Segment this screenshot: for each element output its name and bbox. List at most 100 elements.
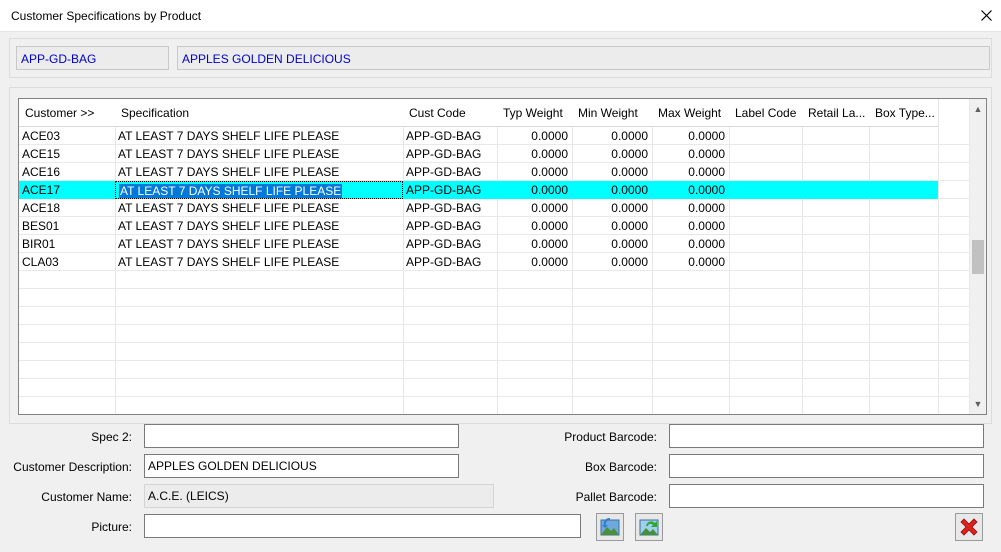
picture-input[interactable] — [144, 514, 581, 538]
close-button[interactable] — [971, 0, 1001, 31]
cell-customer[interactable]: ACE16 — [19, 163, 115, 181]
cell-min-weight[interactable]: 0.0000 — [572, 145, 652, 163]
title-bar: Customer Specifications by Product — [0, 0, 1001, 32]
cell-specification[interactable]: AT LEAST 7 DAYS SHELF LIFE PLEASE — [115, 235, 403, 253]
cell-max-weight[interactable]: 0.0000 — [652, 253, 729, 271]
cell-specification[interactable]: AT LEAST 7 DAYS SHELF LIFE PLEASE — [115, 181, 403, 199]
cell-specification[interactable]: AT LEAST 7 DAYS SHELF LIFE PLEASE — [115, 127, 403, 145]
cell-min-weight[interactable]: 0.0000 — [572, 163, 652, 181]
cell-retail-label[interactable] — [802, 217, 869, 235]
spec2-input[interactable] — [144, 424, 459, 448]
cell-customer[interactable]: ACE15 — [19, 145, 115, 163]
cell-min-weight[interactable]: 0.0000 — [572, 253, 652, 271]
cell-retail-label[interactable] — [802, 235, 869, 253]
scrollbar-thumb[interactable] — [972, 240, 984, 274]
cell-max-weight[interactable]: 0.0000 — [652, 181, 729, 199]
cell-box-type[interactable] — [869, 145, 938, 163]
cell-cust-code[interactable]: APP-GD-BAG — [403, 145, 497, 163]
box-barcode-input[interactable] — [669, 454, 984, 478]
vertical-scrollbar[interactable]: ▲ ▼ — [969, 99, 986, 414]
cell-cust-code[interactable]: APP-GD-BAG — [403, 181, 497, 199]
cell-cust-code[interactable]: APP-GD-BAG — [403, 199, 497, 217]
cell-label-code[interactable] — [729, 163, 802, 181]
cell-max-weight[interactable]: 0.0000 — [652, 235, 729, 253]
cell-typ-weight[interactable]: 0.0000 — [497, 163, 572, 181]
column-header-box-type[interactable]: Box Type... — [869, 99, 938, 127]
column-header-min-weight[interactable]: Min Weight — [572, 99, 652, 127]
cell-typ-weight[interactable]: 0.0000 — [497, 127, 572, 145]
cell-box-type[interactable] — [869, 127, 938, 145]
cell-customer[interactable]: CLA03 — [19, 253, 115, 271]
cell-cust-code[interactable]: APP-GD-BAG — [403, 235, 497, 253]
cell-retail-label[interactable] — [802, 199, 869, 217]
customer-description-input[interactable]: APPLES GOLDEN DELICIOUS — [144, 454, 459, 478]
cell-min-weight[interactable]: 0.0000 — [572, 181, 652, 199]
cell-cust-code[interactable]: APP-GD-BAG — [403, 163, 497, 181]
cell-cust-code[interactable]: APP-GD-BAG — [403, 217, 497, 235]
customer-spec-grid[interactable]: ▲ ▼ Customer >> Specification Cust Code Typ… — [18, 98, 987, 415]
cell-min-weight[interactable]: 0.0000 — [572, 217, 652, 235]
column-header-customer[interactable]: Customer >> — [19, 99, 115, 127]
cell-label-code[interactable] — [729, 145, 802, 163]
cell-label-code[interactable] — [729, 199, 802, 217]
product-barcode-input[interactable] — [669, 424, 984, 448]
column-header-max-weight[interactable]: Max Weight — [652, 99, 729, 127]
cell-specification[interactable]: AT LEAST 7 DAYS SHELF LIFE PLEASE — [115, 163, 403, 181]
delete-button[interactable] — [955, 513, 983, 541]
refresh-picture-button[interactable] — [635, 513, 663, 541]
cell-typ-weight[interactable]: 0.0000 — [497, 181, 572, 199]
cell-customer[interactable]: ACE03 — [19, 127, 115, 145]
cell-max-weight[interactable]: 0.0000 — [652, 163, 729, 181]
cell-min-weight[interactable]: 0.0000 — [572, 127, 652, 145]
scroll-down-icon[interactable]: ▼ — [970, 396, 986, 412]
cell-retail-label[interactable] — [802, 163, 869, 181]
cell-min-weight[interactable]: 0.0000 — [572, 199, 652, 217]
cell-box-type[interactable] — [869, 217, 938, 235]
column-header-retail-label[interactable]: Retail La... — [802, 99, 869, 127]
load-picture-button[interactable] — [596, 513, 624, 541]
cell-label-code[interactable] — [729, 127, 802, 145]
cell-max-weight[interactable]: 0.0000 — [652, 127, 729, 145]
customer-description-label: Customer Description: — [13, 460, 132, 474]
cell-box-type[interactable] — [869, 181, 938, 199]
column-header-cust-code[interactable]: Cust Code — [403, 99, 497, 127]
cell-box-type[interactable] — [869, 235, 938, 253]
cell-retail-label[interactable] — [802, 253, 869, 271]
cell-box-type[interactable] — [869, 199, 938, 217]
cell-customer[interactable]: ACE18 — [19, 199, 115, 217]
cell-typ-weight[interactable]: 0.0000 — [497, 217, 572, 235]
scroll-up-icon[interactable]: ▲ — [970, 101, 986, 117]
cell-specification[interactable]: AT LEAST 7 DAYS SHELF LIFE PLEASE — [115, 145, 403, 163]
grid-row-divider — [19, 396, 969, 397]
cell-typ-weight[interactable]: 0.0000 — [497, 235, 572, 253]
cell-retail-label[interactable] — [802, 127, 869, 145]
cell-typ-weight[interactable]: 0.0000 — [497, 253, 572, 271]
pallet-barcode-input[interactable] — [669, 484, 984, 508]
cell-max-weight[interactable]: 0.0000 — [652, 199, 729, 217]
cell-customer[interactable]: BES01 — [19, 217, 115, 235]
cell-typ-weight[interactable]: 0.0000 — [497, 145, 572, 163]
column-header-label-code[interactable]: Label Code — [729, 99, 802, 127]
cell-box-type[interactable] — [869, 253, 938, 271]
cell-cust-code[interactable]: APP-GD-BAG — [403, 253, 497, 271]
cell-label-code[interactable] — [729, 235, 802, 253]
cell-specification[interactable]: AT LEAST 7 DAYS SHELF LIFE PLEASE — [115, 253, 403, 271]
cell-box-type[interactable] — [869, 163, 938, 181]
cell-label-code[interactable] — [729, 217, 802, 235]
cell-retail-label[interactable] — [802, 145, 869, 163]
cell-customer[interactable]: ACE17 — [19, 181, 115, 199]
cell-typ-weight[interactable]: 0.0000 — [497, 199, 572, 217]
cell-retail-label[interactable] — [802, 181, 869, 199]
column-header-specification[interactable]: Specification — [115, 99, 403, 127]
cell-customer[interactable]: BIR01 — [19, 235, 115, 253]
cell-label-code[interactable] — [729, 253, 802, 271]
column-header-typ-weight[interactable]: Typ Weight — [497, 99, 572, 127]
cell-min-weight[interactable]: 0.0000 — [572, 235, 652, 253]
cell-specification[interactable]: AT LEAST 7 DAYS SHELF LIFE PLEASE — [115, 199, 403, 217]
cell-cust-code[interactable]: APP-GD-BAG — [403, 127, 497, 145]
cell-max-weight[interactable]: 0.0000 — [652, 145, 729, 163]
cell-label-code[interactable] — [729, 181, 802, 199]
grid-row-divider — [19, 324, 969, 325]
cell-specification[interactable]: AT LEAST 7 DAYS SHELF LIFE PLEASE — [115, 217, 403, 235]
cell-max-weight[interactable]: 0.0000 — [652, 217, 729, 235]
